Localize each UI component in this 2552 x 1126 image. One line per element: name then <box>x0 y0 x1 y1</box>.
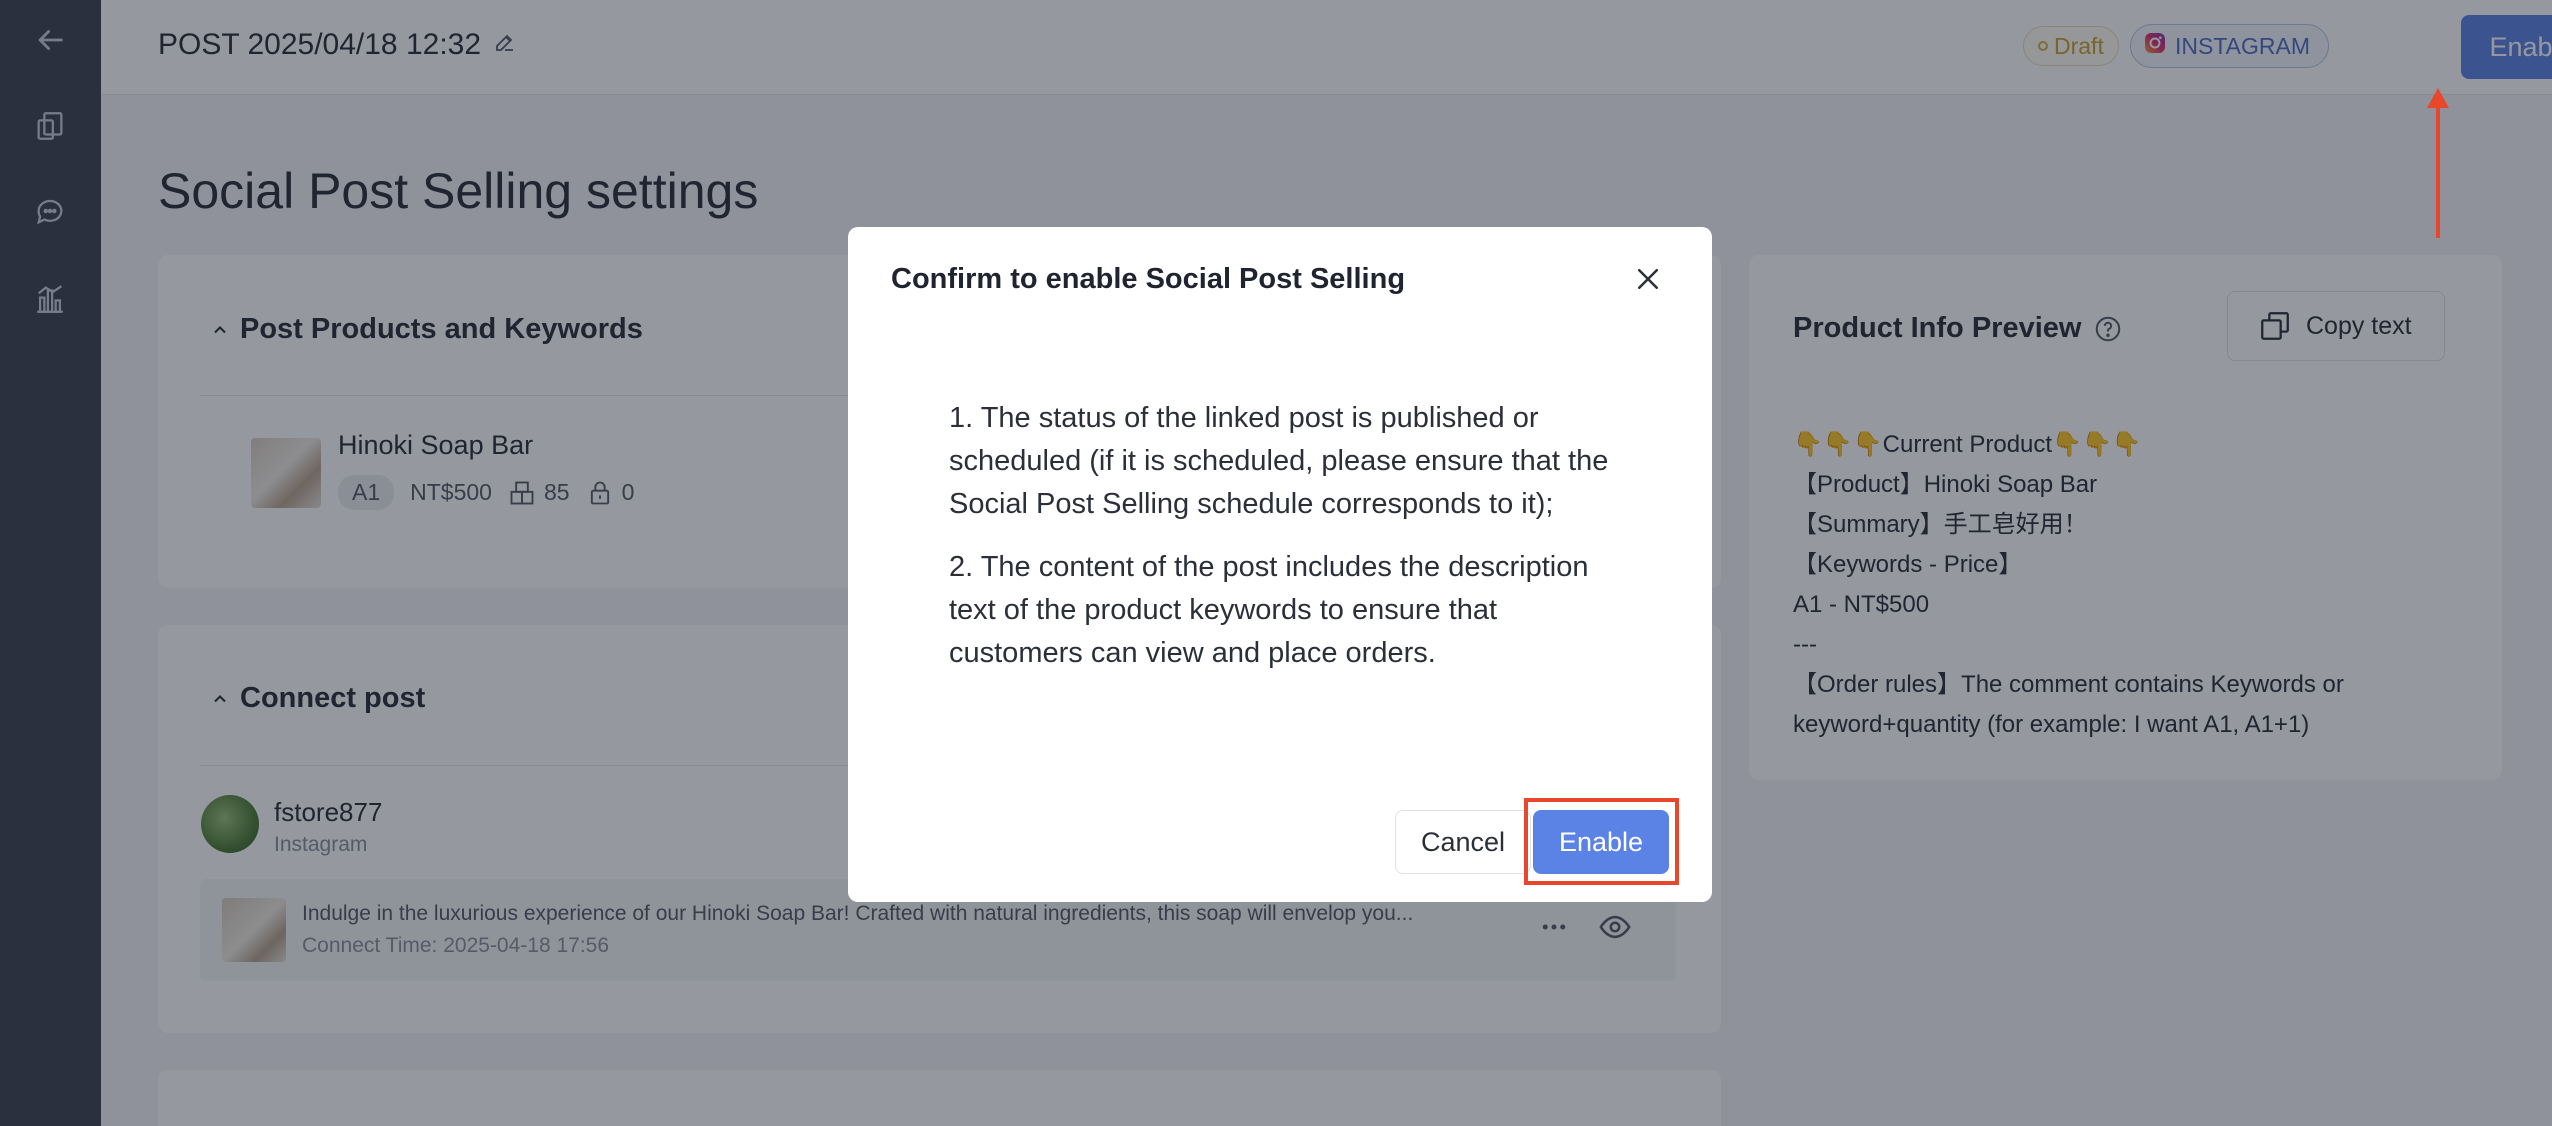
dialog-body: 1. The status of the linked post is publ… <box>949 397 1629 695</box>
dialog-title: Confirm to enable Social Post Selling <box>891 263 1406 295</box>
dialog-point-1: 1. The status of the linked post is publ… <box>949 402 1609 520</box>
annotation-highlight-box <box>1524 798 1679 885</box>
close-icon[interactable] <box>1628 259 1668 299</box>
cancel-button[interactable]: Cancel <box>1395 810 1531 874</box>
annotation-arrow <box>2436 98 2440 238</box>
dialog-point-2: 2. The content of the post includes the … <box>949 551 1589 669</box>
